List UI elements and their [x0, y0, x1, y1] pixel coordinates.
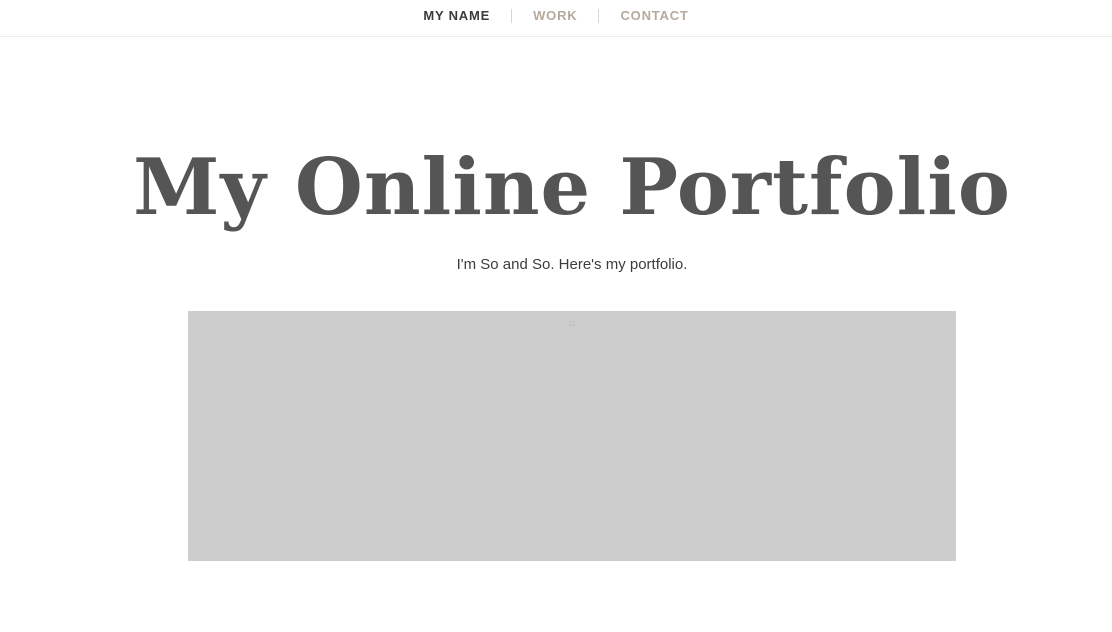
- page-subtitle: I'm So and So. Here's my portfolio.: [456, 256, 688, 273]
- nav-menu: MY NAME WORK CONTACT: [0, 0, 1112, 32]
- top-navigation: MY NAME WORK CONTACT: [0, 0, 1112, 37]
- nav-link-work[interactable]: WORK: [512, 9, 598, 23]
- nav-link-my-name[interactable]: MY NAME: [402, 9, 511, 23]
- page-title: My Online Portfolio: [133, 142, 1011, 233]
- feature-image-placeholder: ▫: [188, 311, 956, 561]
- broken-image-icon: ▫: [569, 319, 576, 329]
- nav-link-contact[interactable]: CONTACT: [599, 9, 709, 23]
